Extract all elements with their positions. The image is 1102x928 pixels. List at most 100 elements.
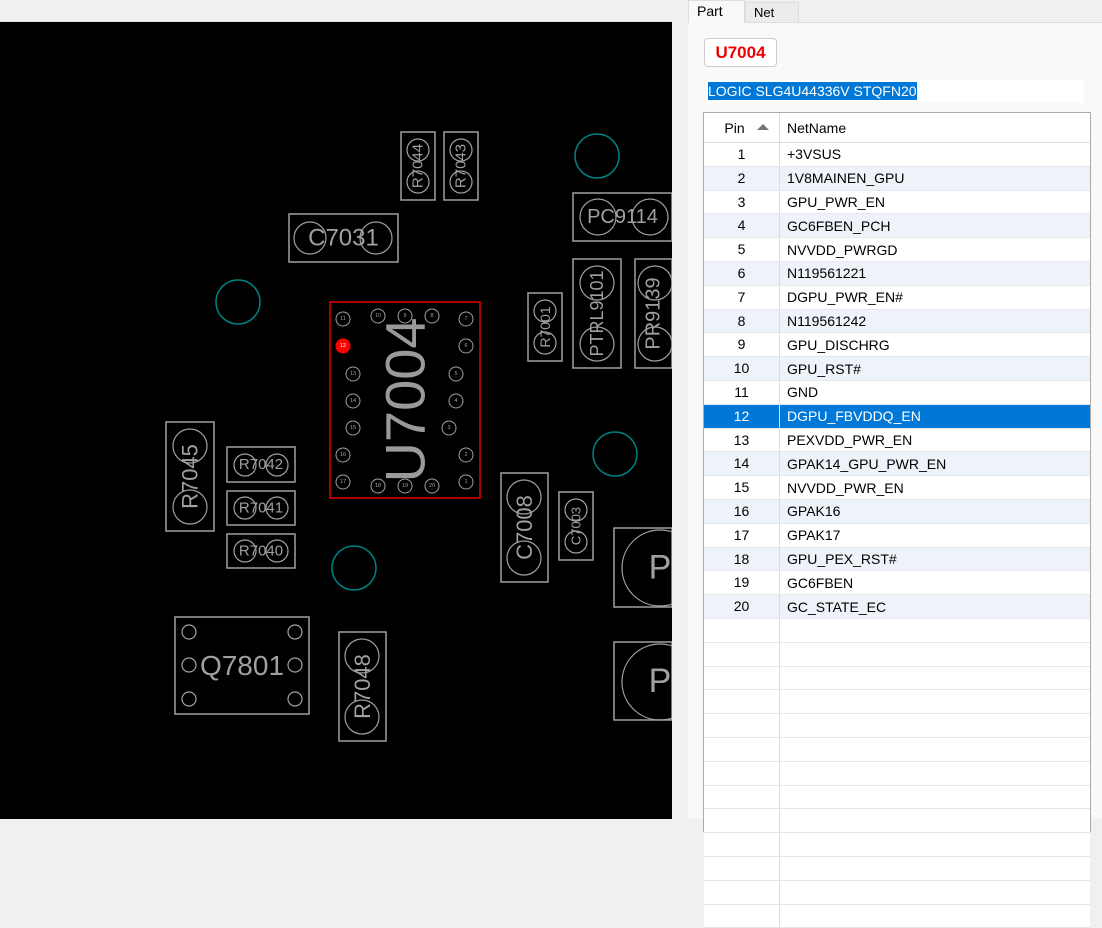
pin-14[interactable]: 14: [346, 394, 360, 408]
table-row[interactable]: 11GND: [704, 381, 1090, 405]
empty-row: [704, 857, 1090, 881]
column-header-pin[interactable]: Pin: [704, 113, 780, 142]
pin-13[interactable]: 13: [346, 367, 360, 381]
pin-cell: 13: [704, 429, 780, 452]
part-description-field[interactable]: LOGIC SLG4U44336V STQFN20: [706, 80, 1084, 103]
table-row[interactable]: 4GC6FBEN_PCH: [704, 214, 1090, 238]
empty-row: [704, 809, 1090, 833]
component-label: R7045: [178, 444, 203, 509]
pin-17[interactable]: 17: [336, 475, 350, 489]
component-r7042[interactable]: R7042: [227, 447, 295, 482]
table-row[interactable]: 21V8MAINEN_GPU: [704, 167, 1090, 191]
splitter[interactable]: [672, 0, 688, 819]
pin-12[interactable]: 12: [336, 339, 350, 353]
component-r7041[interactable]: R7041: [227, 491, 295, 525]
pin-number: 14: [350, 398, 356, 404]
component-pc9114[interactable]: PC9114: [573, 193, 672, 241]
pin-number: 17: [340, 479, 346, 485]
empty-row: [704, 667, 1090, 691]
table-row[interactable]: 16GPAK16: [704, 500, 1090, 524]
component-r7044[interactable]: R7044: [401, 132, 435, 200]
pin-number: 6: [464, 343, 467, 349]
pin-cell: 19: [704, 571, 780, 594]
table-row[interactable]: 18GPU_PEX_RST#: [704, 548, 1090, 572]
table-row[interactable]: 7DGPU_PWR_EN#: [704, 286, 1090, 310]
pin-5[interactable]: 5: [449, 367, 463, 381]
table-row[interactable]: 5NVVDD_PWRGD: [704, 238, 1090, 262]
component-c7008[interactable]: C7008: [501, 473, 548, 582]
pin-3[interactable]: 3: [442, 421, 456, 435]
component-label: R7040: [239, 543, 283, 560]
empty-row: [704, 881, 1090, 905]
table-row[interactable]: 12DGPU_FBVDDQ_EN: [704, 405, 1090, 429]
part-ref-button[interactable]: U7004: [704, 38, 777, 67]
pin-number: 18: [375, 483, 381, 489]
table-row[interactable]: 17GPAK17: [704, 524, 1090, 548]
component-label: PC9114: [587, 206, 658, 228]
pcb-view[interactable]: R7044 R7043 C7031 PC9114 PTRL9101 PR9139 R7001…: [0, 22, 672, 819]
netname-cell: GPAK14_GPU_PWR_EN: [780, 456, 1090, 472]
component-c7003[interactable]: C7003: [559, 492, 593, 560]
via[interactable]: [216, 280, 260, 324]
component-ptrl9101[interactable]: PTRL9101: [573, 259, 621, 368]
component-r7048[interactable]: R7048: [339, 632, 386, 741]
pin-number: 10: [375, 313, 381, 319]
component-label: R7048: [350, 654, 375, 719]
table-row[interactable]: 15NVVDD_PWR_EN: [704, 476, 1090, 500]
empty-row: [704, 786, 1090, 810]
netname-cell: GPU_DISCHRG: [780, 337, 1090, 353]
pad: [288, 658, 302, 672]
pin-15[interactable]: 15: [346, 421, 360, 435]
netname-cell: GPAK17: [780, 527, 1090, 543]
empty-row: [704, 643, 1090, 667]
table-row[interactable]: 13PEXVDD_PWR_EN: [704, 429, 1090, 453]
pin-16[interactable]: 16: [336, 448, 350, 462]
description-text: LOGIC SLG4U44336V STQFN20: [708, 82, 917, 100]
table-row[interactable]: 10GPU_RST#: [704, 357, 1090, 381]
table-row[interactable]: 20GC_STATE_EC: [704, 595, 1090, 619]
pin-table[interactable]: Pin NetName 1+3VSUS21V8MAINEN_GPU3GPU_PW…: [703, 112, 1091, 832]
component-u7004[interactable]: U70041234567891011121314151617181920: [330, 302, 480, 498]
table-row[interactable]: 3GPU_PWR_EN: [704, 191, 1090, 215]
table-row[interactable]: 1+3VSUS: [704, 143, 1090, 167]
netname-cell: GPU_RST#: [780, 361, 1090, 377]
empty-row: [704, 714, 1090, 738]
netname-cell: NVVDD_PWRGD: [780, 242, 1090, 258]
toolbar: [0, 0, 672, 22]
pin-1[interactable]: 1: [459, 475, 473, 489]
component-c7031[interactable]: C7031: [289, 214, 398, 262]
component-p[interactable]: P: [614, 528, 672, 607]
netname-cell: PEXVDD_PWR_EN: [780, 432, 1090, 448]
table-row[interactable]: 8N119561242: [704, 310, 1090, 334]
tab-part[interactable]: Part: [688, 0, 745, 23]
component-p[interactable]: P: [614, 642, 672, 720]
pin-cell: 1: [704, 143, 780, 166]
via[interactable]: [575, 134, 619, 178]
table-row[interactable]: 6N119561221: [704, 262, 1090, 286]
netname-cell: GND: [780, 384, 1090, 400]
pin-11[interactable]: 11: [336, 312, 350, 326]
pin-6[interactable]: 6: [459, 339, 473, 353]
part-tab-content: U7004 LOGIC SLG4U44336V STQFN20 Pin NetN…: [688, 22, 1102, 819]
netname-cell: GPU_PEX_RST#: [780, 551, 1090, 567]
component-r7001[interactable]: R7001: [528, 293, 562, 361]
pin-2[interactable]: 2: [459, 448, 473, 462]
column-header-netname[interactable]: NetName: [780, 113, 1090, 143]
table-row[interactable]: 19GC6FBEN: [704, 571, 1090, 595]
component-r7045[interactable]: R7045: [166, 422, 214, 531]
pin-4[interactable]: 4: [449, 394, 463, 408]
netname-cell: DGPU_PWR_EN#: [780, 289, 1090, 305]
pin-7[interactable]: 7: [459, 312, 473, 326]
component-q7801[interactable]: Q7801: [175, 617, 309, 714]
component-label: C7008: [512, 495, 537, 560]
via[interactable]: [593, 432, 637, 476]
tab-net[interactable]: Net (4): [745, 2, 799, 23]
component-pr9139[interactable]: PR9139: [635, 259, 672, 368]
component-label: C7031: [308, 225, 379, 252]
table-row[interactable]: 9GPU_DISCHRG: [704, 333, 1090, 357]
pcb-canvas[interactable]: R7044 R7043 C7031 PC9114 PTRL9101 PR9139 R7001…: [0, 22, 672, 819]
component-r7040[interactable]: R7040: [227, 534, 295, 568]
component-r7043[interactable]: R7043: [444, 132, 478, 200]
via[interactable]: [332, 546, 376, 590]
table-row[interactable]: 14GPAK14_GPU_PWR_EN: [704, 452, 1090, 476]
